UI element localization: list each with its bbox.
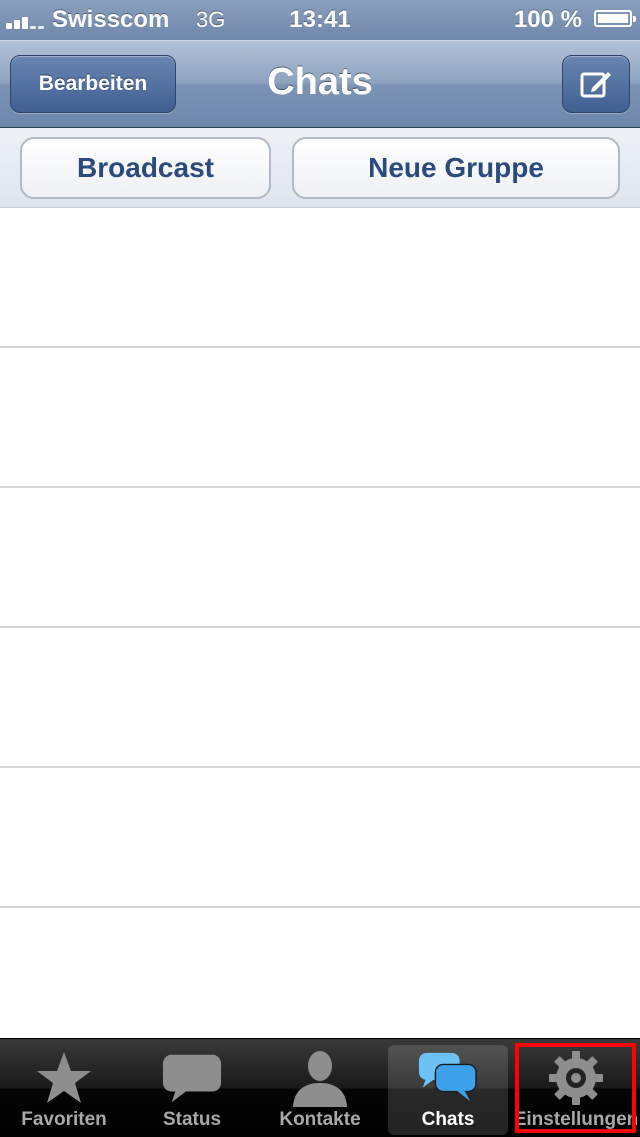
- new-group-button[interactable]: Neue Gruppe: [292, 137, 620, 199]
- list-item: [0, 488, 640, 628]
- tab-contacts[interactable]: Kontakte: [260, 1045, 380, 1135]
- tab-status-label: Status: [162, 1109, 222, 1130]
- battery-icon: [594, 10, 636, 27]
- tab-status[interactable]: Status: [132, 1045, 252, 1135]
- page-title: Chats: [267, 61, 373, 103]
- navigation-bar: Bearbeiten Chats: [0, 40, 640, 128]
- list-item: [0, 628, 640, 768]
- tab-chats-label: Chats: [421, 1109, 475, 1130]
- chat-actions-row: Broadcast Neue Gruppe: [0, 128, 640, 208]
- settings-highlight-box: [515, 1043, 636, 1133]
- tab-favorites[interactable]: Favoriten: [4, 1045, 124, 1135]
- list-item: [0, 348, 640, 488]
- tab-chats[interactable]: Chats: [388, 1045, 508, 1135]
- chat-list: [0, 208, 640, 1038]
- broadcast-button[interactable]: Broadcast: [20, 137, 271, 199]
- chat-bubbles-icon: [418, 1052, 477, 1102]
- list-item: [0, 208, 640, 348]
- star-icon: [37, 1052, 91, 1103]
- person-icon: [293, 1051, 347, 1107]
- speech-bubble-icon: [162, 1054, 222, 1103]
- tab-contacts-label: Kontakte: [279, 1109, 361, 1130]
- compose-icon: [580, 72, 611, 98]
- list-item: [0, 908, 640, 1048]
- battery-percentage: 100 %: [513, 6, 582, 33]
- list-item: [0, 768, 640, 908]
- status-bar: Swisscom 3G 13:41 100 %: [0, 0, 640, 40]
- tab-favorites-label: Favoriten: [21, 1109, 107, 1130]
- compose-button[interactable]: [562, 55, 630, 113]
